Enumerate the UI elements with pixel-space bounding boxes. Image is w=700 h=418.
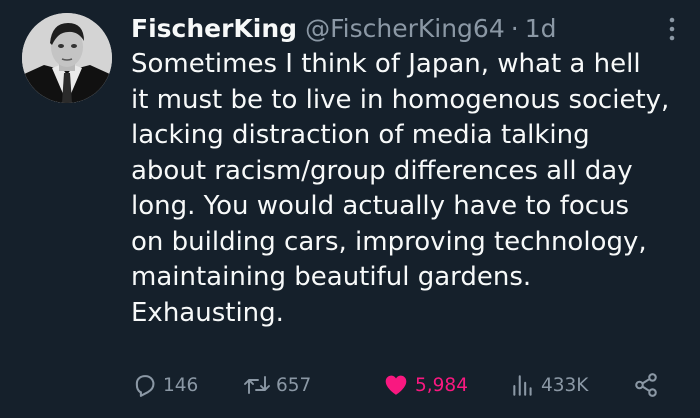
tweet-header: FischerKing @FischerKing64 · 1d	[131, 11, 556, 45]
profile-photo	[22, 13, 112, 103]
tweet-text: Sometimes I think of Japan, what a hell …	[131, 47, 691, 331]
more-options-button[interactable]	[662, 16, 682, 42]
tweet-text-line: maintaining beautiful gardens.	[131, 262, 532, 292]
tweet-text-line: Exhausting.	[131, 297, 284, 328]
display-name[interactable]: FischerKing	[131, 14, 297, 43]
avatar[interactable]	[22, 13, 112, 103]
retweet-button[interactable]: 657	[243, 371, 311, 399]
retweet-count: 657	[276, 374, 312, 396]
retweet-icon	[244, 376, 270, 394]
heart-icon	[385, 375, 407, 395]
reply-count: 146	[163, 374, 199, 396]
tweet-text-line: about racism/group differences all day	[131, 155, 633, 186]
tweet-text-line: lacking distraction of media talking	[131, 120, 590, 150]
tweet-text-line: Sometimes I think of Japan, what a hell	[131, 49, 641, 79]
tweet-text-line: on building cars, improving technology,	[131, 226, 647, 257]
user-handle[interactable]: @FischerKing64	[305, 14, 505, 43]
tweet-text-line: long. You would actually have to focus	[131, 191, 630, 221]
tweet-text-line: it must be to live in homogenous society…	[131, 84, 670, 115]
like-button[interactable]: 5,984	[382, 371, 468, 399]
share-button[interactable]	[633, 371, 664, 399]
separator: ·	[510, 13, 519, 43]
reply-icon	[135, 375, 155, 397]
views-count: 433K	[541, 374, 589, 396]
like-count: 5,984	[415, 374, 468, 396]
views-button[interactable]: 433K	[510, 371, 588, 399]
share-icon	[635, 373, 657, 397]
reply-button[interactable]: 146	[132, 371, 198, 399]
timestamp[interactable]: 1d	[525, 14, 557, 43]
more-options-icon	[669, 17, 675, 41]
views-chart-icon	[513, 375, 532, 396]
tweet[interactable]: FischerKing @FischerKing64 · 1d Sometime…	[0, 0, 700, 418]
